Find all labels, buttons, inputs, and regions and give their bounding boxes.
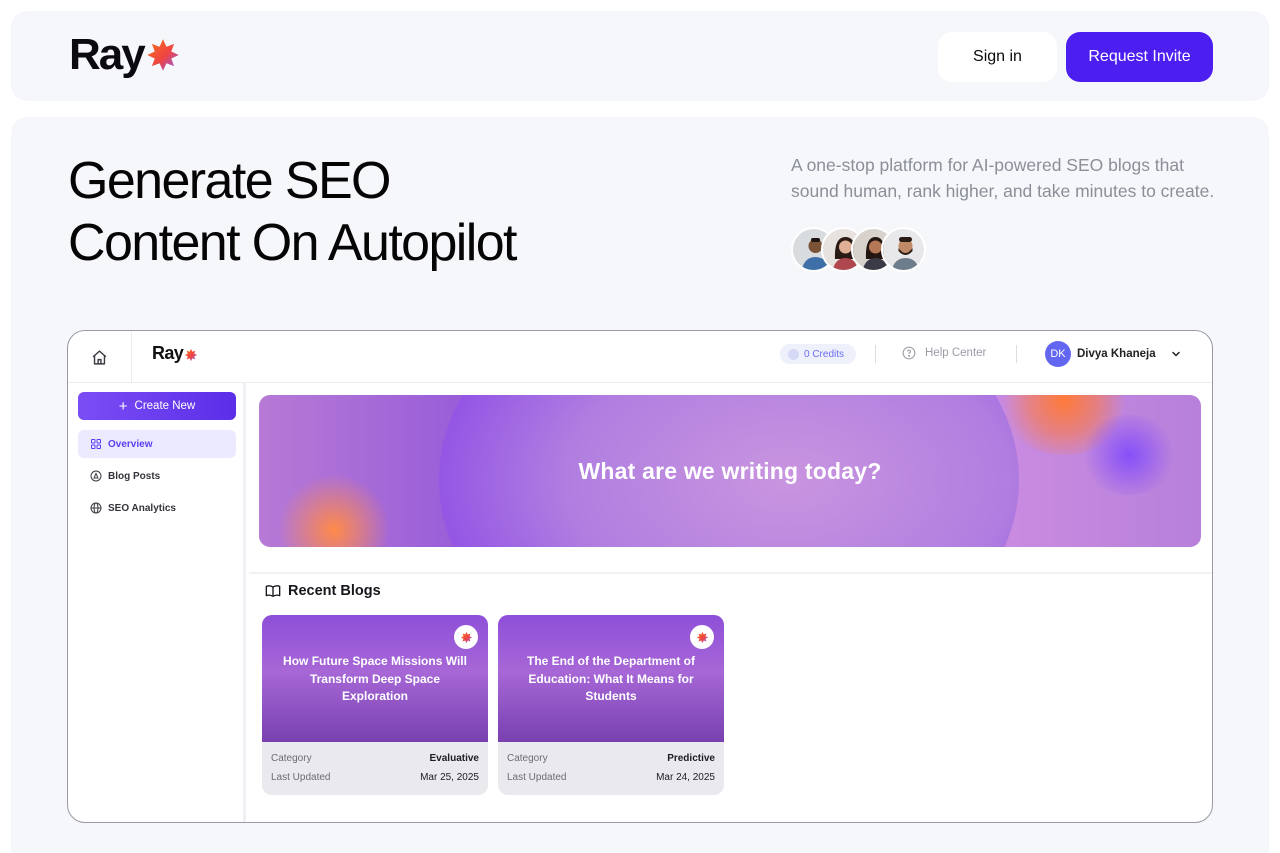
app-preview-window: Ray 0 Credits Help Center DK Divya Khane… — [67, 330, 1213, 823]
writing-prompt-banner[interactable]: What are we writing today? — [259, 395, 1201, 547]
user-name: Divya Khaneja — [1077, 348, 1156, 360]
headline-line-1: Generate SEO — [68, 152, 391, 210]
create-new-button[interactable]: + Create New — [78, 392, 236, 420]
updated-label: Last Updated — [271, 772, 331, 783]
avatar — [881, 227, 926, 272]
blog-card-cover: How Future Space Missions Will Transform… — [262, 615, 488, 742]
home-button[interactable] — [68, 331, 132, 383]
globe-icon — [90, 502, 102, 514]
request-invite-button[interactable]: Request Invite — [1066, 32, 1213, 82]
hero-headline: Generate SEO Content On Autopilot — [68, 150, 688, 274]
star-badge-icon — [690, 625, 714, 649]
credits-label: 0 Credits — [804, 348, 845, 360]
blog-card[interactable]: The End of the Department of Education: … — [498, 615, 724, 795]
hero-section: Generate SEO Content On Autopilot A one-… — [11, 117, 1269, 853]
hero-subtext: A one-stop platform for AI-powered SEO b… — [791, 155, 1215, 201]
brand-logo[interactable]: Ray — [69, 31, 181, 78]
sidebar-item-overview[interactable]: Overview — [78, 430, 236, 458]
help-circle-icon — [902, 346, 916, 360]
blog-card-updated-row: Last Updated Mar 24, 2025 — [507, 772, 715, 783]
app-brand-name: Ray — [152, 343, 184, 363]
updated-label: Last Updated — [507, 772, 567, 783]
header-divider — [875, 345, 876, 363]
sidebar-item-blog-posts[interactable]: Blog Posts — [78, 462, 236, 490]
headline-line-2: Content On Autopilot — [68, 214, 517, 272]
blog-card-category-row: Category Predictive — [507, 753, 715, 764]
recent-blogs-label: Recent Blogs — [288, 583, 381, 599]
app-logo[interactable]: Ray — [152, 343, 198, 364]
category-label: Category — [507, 753, 548, 764]
blog-card-cover: The End of the Department of Education: … — [498, 615, 724, 742]
category-value: Predictive — [667, 753, 715, 764]
help-center-link[interactable]: Help Center — [902, 346, 986, 360]
updated-value: Mar 24, 2025 — [656, 772, 715, 783]
user-avatar-stack — [791, 227, 926, 272]
blog-card-title: The End of the Department of Education: … — [527, 654, 695, 703]
plus-icon: + — [118, 397, 128, 415]
sidebar: + Create New Overview Blog Posts SEO Ana… — [68, 383, 246, 822]
sidebar-item-seo-analytics[interactable]: SEO Analytics — [78, 494, 236, 522]
app-header: Ray 0 Credits Help Center DK Divya Khane… — [68, 331, 1212, 383]
star-logo-icon — [145, 37, 181, 78]
help-center-label: Help Center — [925, 347, 987, 359]
user-menu[interactable]: DK Divya Khaneja — [1045, 341, 1182, 367]
header-divider — [1016, 345, 1017, 363]
star-logo-icon — [185, 348, 198, 362]
blog-card-category-row: Category Evaluative — [271, 753, 479, 764]
content-divider — [249, 572, 1212, 574]
blog-card-title: How Future Space Missions Will Transform… — [283, 654, 467, 703]
book-open-icon — [265, 583, 281, 599]
updated-value: Mar 25, 2025 — [420, 772, 479, 783]
blog-card-updated-row: Last Updated Mar 25, 2025 — [271, 772, 479, 783]
banner-prompt-text: What are we writing today? — [578, 457, 882, 484]
create-new-label: Create New — [134, 400, 196, 412]
home-icon — [92, 349, 107, 365]
category-label: Category — [271, 753, 312, 764]
top-nav: Ray Sign in Request Invite — [11, 11, 1269, 101]
sidebar-item-label: Overview — [108, 438, 153, 450]
sidebar-item-label: Blog Posts — [108, 470, 161, 482]
credits-coin-icon — [788, 348, 799, 360]
sidebar-item-label: SEO Analytics — [108, 502, 176, 514]
pen-circle-icon — [90, 470, 102, 482]
grid-icon — [90, 438, 102, 450]
star-badge-icon — [454, 625, 478, 649]
chevron-down-icon — [1171, 351, 1180, 357]
brand-name: Ray — [69, 29, 146, 79]
credits-badge[interactable]: 0 Credits — [780, 344, 856, 364]
category-value: Evaluative — [429, 753, 479, 764]
user-avatar: DK — [1045, 341, 1071, 367]
blog-card[interactable]: How Future Space Missions Will Transform… — [262, 615, 488, 795]
recent-blogs-heading: Recent Blogs — [265, 583, 381, 599]
sign-in-button[interactable]: Sign in — [938, 32, 1057, 82]
